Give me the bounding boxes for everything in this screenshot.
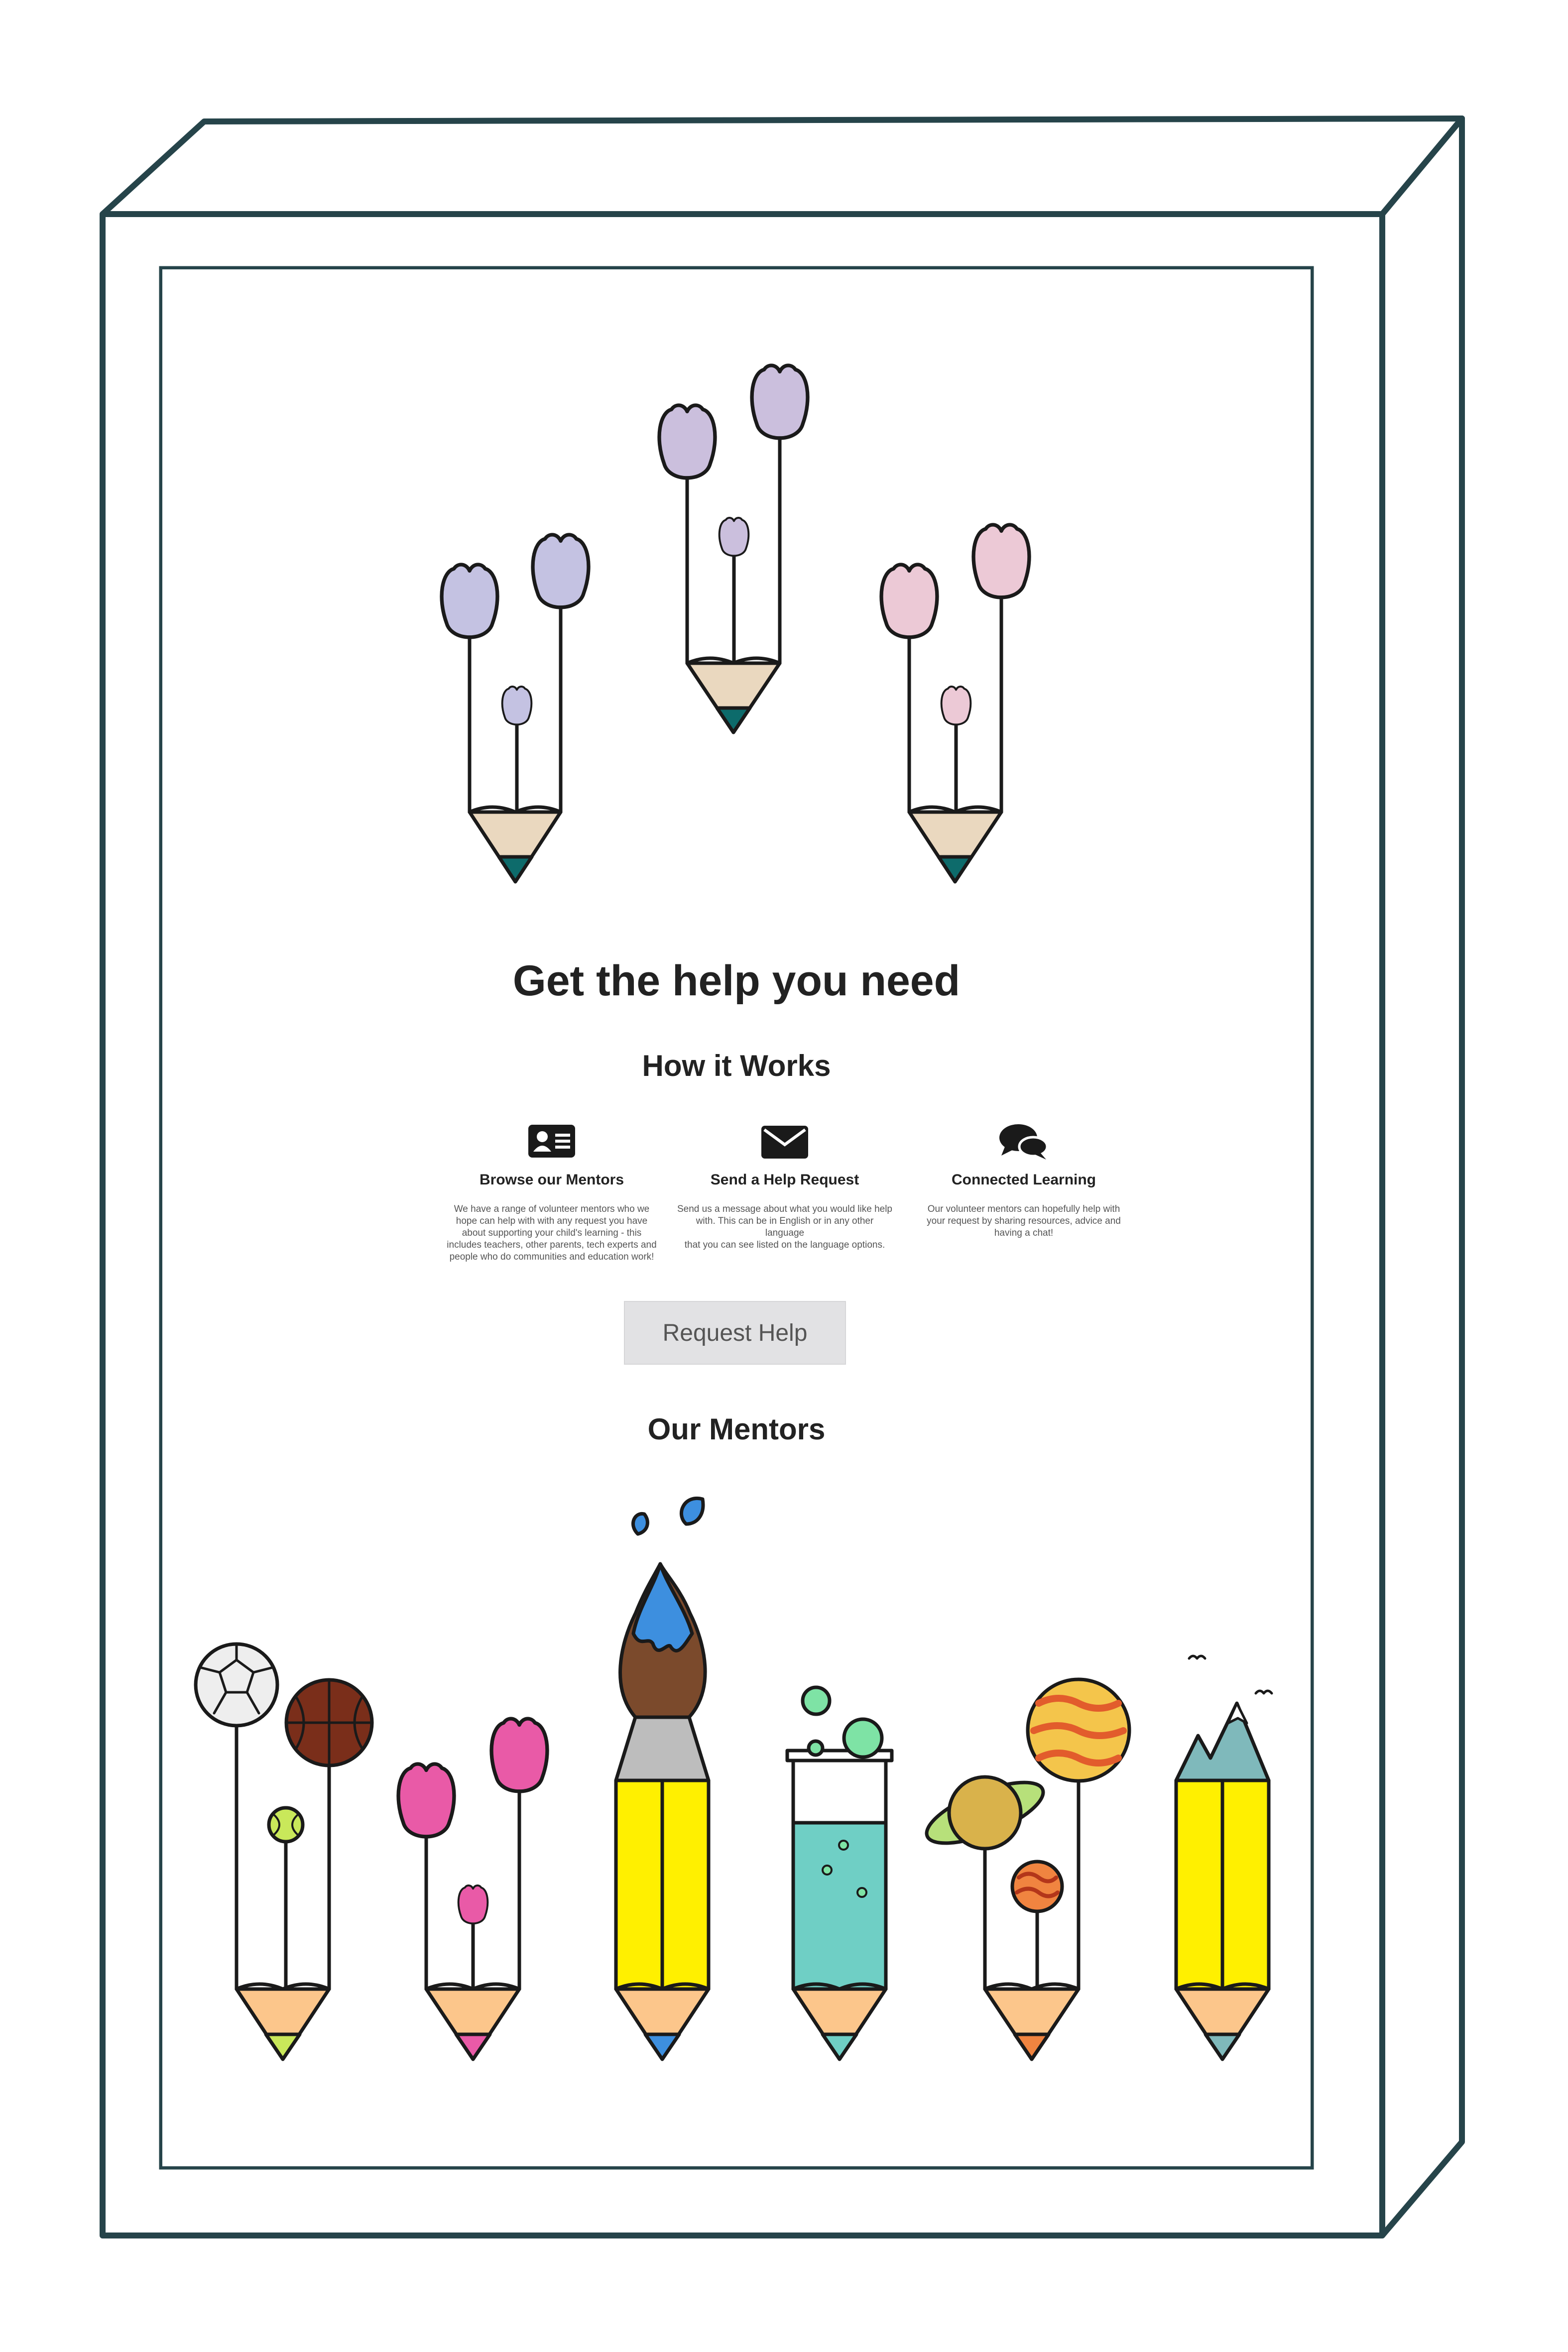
brush-ferrule (614, 1715, 711, 1782)
step-connected-learning: Connected Learning Our volunteer mentors… (914, 1122, 1133, 1239)
device-top-face (100, 116, 1465, 217)
pencil-sports-balls (194, 1642, 374, 2061)
step-title: Send a Help Request (710, 1172, 859, 1188)
page-title: Get the help you need (512, 957, 961, 1005)
step-description: Our volunteer mentors can hopefully help… (927, 1204, 1121, 1238)
paint-drop (631, 1496, 705, 1536)
how-it-works-heading: How it Works (642, 1049, 831, 1082)
step-browse-mentors: Browse our Mentors We have a range of vo… (442, 1122, 661, 1263)
chat-bubbles-icon (999, 1124, 1049, 1160)
saturn-planet (947, 1775, 1023, 1851)
mars-planet (1010, 1860, 1064, 1913)
hero-pencil-tulips (442, 365, 1029, 884)
step-description: We have a range of volunteer mentors who… (447, 1204, 657, 1262)
tulip-pencil-left (442, 535, 589, 884)
request-help-button[interactable]: Request Help (624, 1301, 846, 1365)
id-card-icon (528, 1125, 575, 1158)
step-title: Browse our Mentors (479, 1172, 624, 1188)
step-description: Send us a message about what you would l… (677, 1204, 892, 1250)
step-send-help-request: Send a Help Request Send us a message ab… (675, 1122, 894, 1251)
step-title: Connected Learning (951, 1172, 1096, 1188)
pencil-test-tube (785, 1685, 894, 2061)
pencil-planets (925, 1677, 1131, 2061)
pencil-paint-brush (614, 1496, 711, 2061)
envelope-icon (761, 1126, 808, 1159)
device-side-face (1380, 116, 1465, 2237)
mountain-peaks (1174, 1701, 1271, 1782)
tennis-ball (267, 1806, 305, 1844)
tulip-pencil-middle (659, 365, 808, 734)
our-mentors-heading: Our Mentors (647, 1412, 826, 1446)
app-screen: Get the help you need How it Works Brows… (162, 269, 1311, 2166)
pencil-pink-tulips (398, 1719, 547, 2061)
pencil-mountains (1174, 1654, 1273, 2061)
tulip-pencil-right (881, 525, 1029, 884)
mentors-pencils (194, 1496, 1273, 2061)
